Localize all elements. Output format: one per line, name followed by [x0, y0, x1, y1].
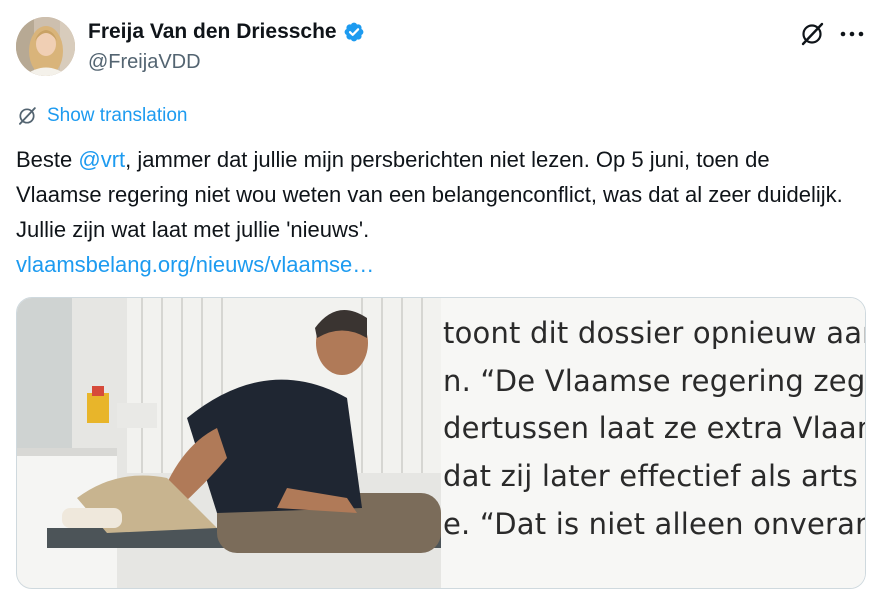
mention-link[interactable]: @vrt	[78, 147, 125, 172]
media-photo[interactable]	[17, 298, 441, 588]
tweet-text-prefix: Beste	[16, 147, 79, 172]
author-handle[interactable]: @FreijaVDD	[88, 51, 201, 74]
author-display-name[interactable]: Freija Van den Driessche	[88, 20, 337, 44]
avatar[interactable]	[16, 17, 75, 76]
show-translation-row[interactable]: Show translation	[16, 105, 187, 127]
tweet-text-body: , jammer dat jullie mijn persberichten n…	[16, 147, 843, 242]
media-card[interactable]: toont dit dossier opnieuw aan n. “De Vla…	[16, 297, 866, 589]
verified-badge-icon[interactable]	[343, 21, 365, 43]
article-line: toont dit dossier opnieuw aan	[443, 316, 865, 350]
article-line: n. “De Vlaamse regering zegt	[443, 364, 865, 398]
tweet-text: Beste @vrt, jammer dat jullie mijn persb…	[16, 142, 856, 282]
more-options-icon[interactable]	[838, 20, 866, 48]
avatar-image	[16, 17, 75, 76]
article-line: dat zij later effectief als arts o	[443, 459, 865, 493]
article-line: dertussen laat ze extra Vlaam	[443, 411, 865, 445]
article-line: e. “Dat is niet alleen onverantw	[443, 507, 865, 541]
translate-icon	[18, 107, 36, 125]
show-translation-link[interactable]: Show translation	[47, 105, 187, 127]
grok-icon[interactable]	[798, 20, 826, 48]
author-name-row[interactable]: Freija Van den Driessche	[88, 20, 365, 44]
article-snippet-image[interactable]: toont dit dossier opnieuw aan n. “De Vla…	[441, 298, 865, 588]
article-link[interactable]: vlaamsbelang.org/nieuws/vlaamse…	[16, 252, 374, 277]
